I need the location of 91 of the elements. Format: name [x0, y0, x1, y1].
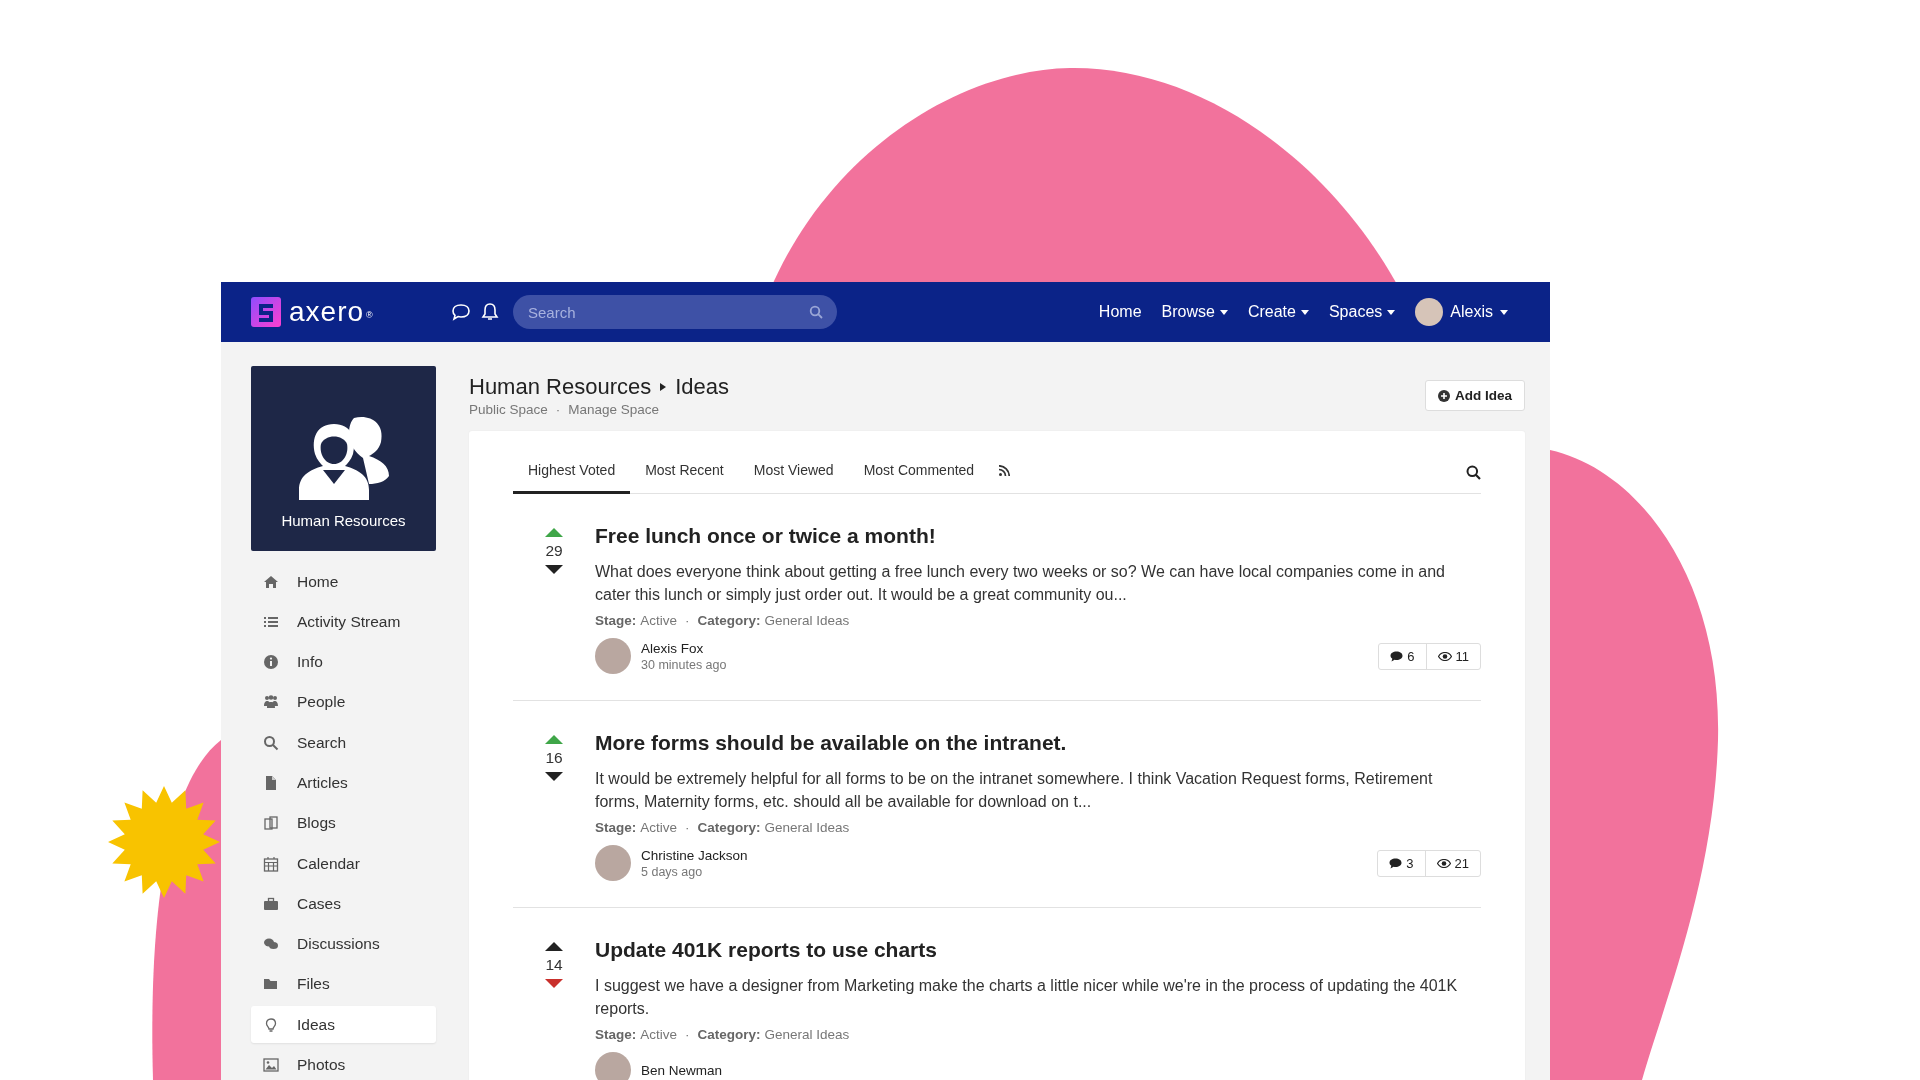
user-menu[interactable]: Alexis [1415, 298, 1508, 326]
vote-count: 16 [545, 749, 563, 767]
idea-title[interactable]: Free lunch once or twice a month! [595, 524, 1481, 548]
sort-tab[interactable]: Most Viewed [738, 462, 849, 494]
nav-link[interactable]: Spaces [1328, 303, 1396, 321]
author-name[interactable]: Christine Jackson [641, 847, 748, 863]
stage-value: Active [640, 1027, 678, 1042]
blogs-icon [263, 815, 279, 832]
author-name[interactable]: Alexis Fox [641, 640, 727, 656]
chat-icon[interactable] [451, 303, 471, 321]
stage-label: Stage: [595, 1027, 637, 1042]
comment-icon [1390, 650, 1404, 662]
view-count: 11 [1455, 648, 1469, 664]
vote-count: 29 [545, 542, 563, 560]
category-value[interactable]: General Ideas [764, 820, 850, 835]
file-icon [263, 775, 279, 791]
nav-link[interactable]: Browse [1161, 303, 1228, 321]
eye-icon [1437, 651, 1452, 661]
sidebar-item[interactable]: Activity Stream [251, 603, 436, 641]
page-title: Ideas [675, 374, 729, 400]
rss-icon[interactable] [999, 465, 1011, 476]
sidebar-item[interactable]: Blogs [251, 804, 436, 842]
downvote-arrow-icon[interactable] [545, 565, 563, 574]
idea-excerpt: What does everyone think about getting a free lunch every two weeks or so? We can have local companies come in and cater this lunch or simply just order out. It would be a great community ou... [595, 562, 1446, 605]
idea-excerpt: I suggest we have a designer from Marketing make the charts a little nicer while we're in the process of updating the 401K reports. [595, 976, 1459, 1019]
stage-label: Stage: [595, 613, 637, 628]
image-icon [263, 1057, 279, 1074]
stage-value: Active [640, 613, 678, 628]
search-field[interactable]: Search [513, 295, 837, 329]
sidebar-item[interactable]: Photos [251, 1046, 436, 1080]
sidebar-item[interactable]: Discussions [251, 925, 436, 963]
logo-icon [251, 297, 281, 327]
separator-dot: · [685, 820, 690, 835]
sidebar-item[interactable]: Articles [251, 764, 436, 802]
plus-circle-icon [1438, 389, 1450, 402]
brand-name[interactable]: axero [289, 296, 365, 328]
space-link[interactable]: Public Space [469, 402, 548, 417]
people-icon [263, 694, 279, 711]
registered-mark: ® [366, 310, 373, 320]
sidebar-item[interactable]: Files [251, 965, 436, 1003]
sidebar-item[interactable]: Cases [251, 885, 436, 923]
vote-count: 14 [545, 956, 563, 974]
sidebar-item[interactable]: People [251, 683, 436, 721]
separator-dot: · [685, 613, 690, 628]
post-time: 30 minutes ago [641, 657, 727, 672]
sidebar-item[interactable]: Info [251, 643, 436, 681]
sort-tab[interactable]: Highest Voted [513, 462, 631, 494]
sidebar-item[interactable]: Ideas [251, 1006, 436, 1044]
search-icon [809, 305, 823, 319]
space-link[interactable]: Manage Space [568, 402, 660, 417]
breadcrumb-caret-icon [660, 382, 667, 392]
avatar-icon [1415, 298, 1444, 326]
downvote-arrow-icon[interactable] [545, 772, 563, 781]
comment-count: 6 [1407, 648, 1415, 664]
stage-value: Active [640, 820, 678, 835]
search-icon [263, 734, 279, 751]
nav-link[interactable]: Create [1247, 303, 1309, 321]
idea-excerpt: It would be extremely helpful for all forms to be on the intranet somewhere. I think Vacation Request forms, Retirement forms, Maternity forms, etc. should all be available for download on t... [595, 769, 1434, 812]
category-value[interactable]: General Ideas [764, 613, 850, 628]
sidebar-item[interactable]: Home [251, 563, 436, 600]
post-time: 5 days ago [641, 864, 704, 879]
nav-link[interactable]: Home [1098, 303, 1142, 321]
upvote-arrow-icon[interactable] [545, 942, 563, 951]
home-icon [263, 573, 279, 590]
calendar-icon [263, 855, 279, 872]
add-idea-button[interactable]: Add Idea [1425, 380, 1525, 411]
bell-icon[interactable] [481, 302, 499, 322]
stage-label: Stage: [595, 820, 637, 835]
comment-icon [1389, 857, 1403, 869]
sort-tab[interactable]: Most Recent [630, 462, 739, 494]
info-icon [263, 654, 279, 671]
bulb-icon [263, 1016, 279, 1033]
search-icon[interactable] [1466, 465, 1481, 480]
idea-title[interactable]: More forms should be available on the intranet. [595, 731, 1481, 755]
category-value[interactable]: General Ideas [764, 1027, 850, 1042]
sort-tab[interactable]: Most Commented [848, 462, 990, 494]
separator-dot: · [685, 1027, 690, 1042]
category-label: Category: [697, 820, 761, 835]
space-title[interactable]: Human Resources [469, 374, 652, 400]
sidebar-item[interactable]: Calendar [251, 845, 436, 883]
sidebar-item[interactable]: Search [251, 724, 436, 762]
author-name[interactable]: Ben Newman [641, 1062, 723, 1078]
separator-dot: · [555, 402, 561, 417]
eye-icon [1436, 858, 1451, 868]
briefcase-icon [263, 895, 279, 912]
category-label: Category: [697, 613, 761, 628]
idea-title[interactable]: Update 401K reports to use charts [595, 938, 1481, 962]
comment-count: 3 [1406, 855, 1414, 871]
space-name: Human Resources [281, 512, 406, 529]
view-count: 21 [1454, 855, 1469, 871]
category-label: Category: [697, 1027, 761, 1042]
